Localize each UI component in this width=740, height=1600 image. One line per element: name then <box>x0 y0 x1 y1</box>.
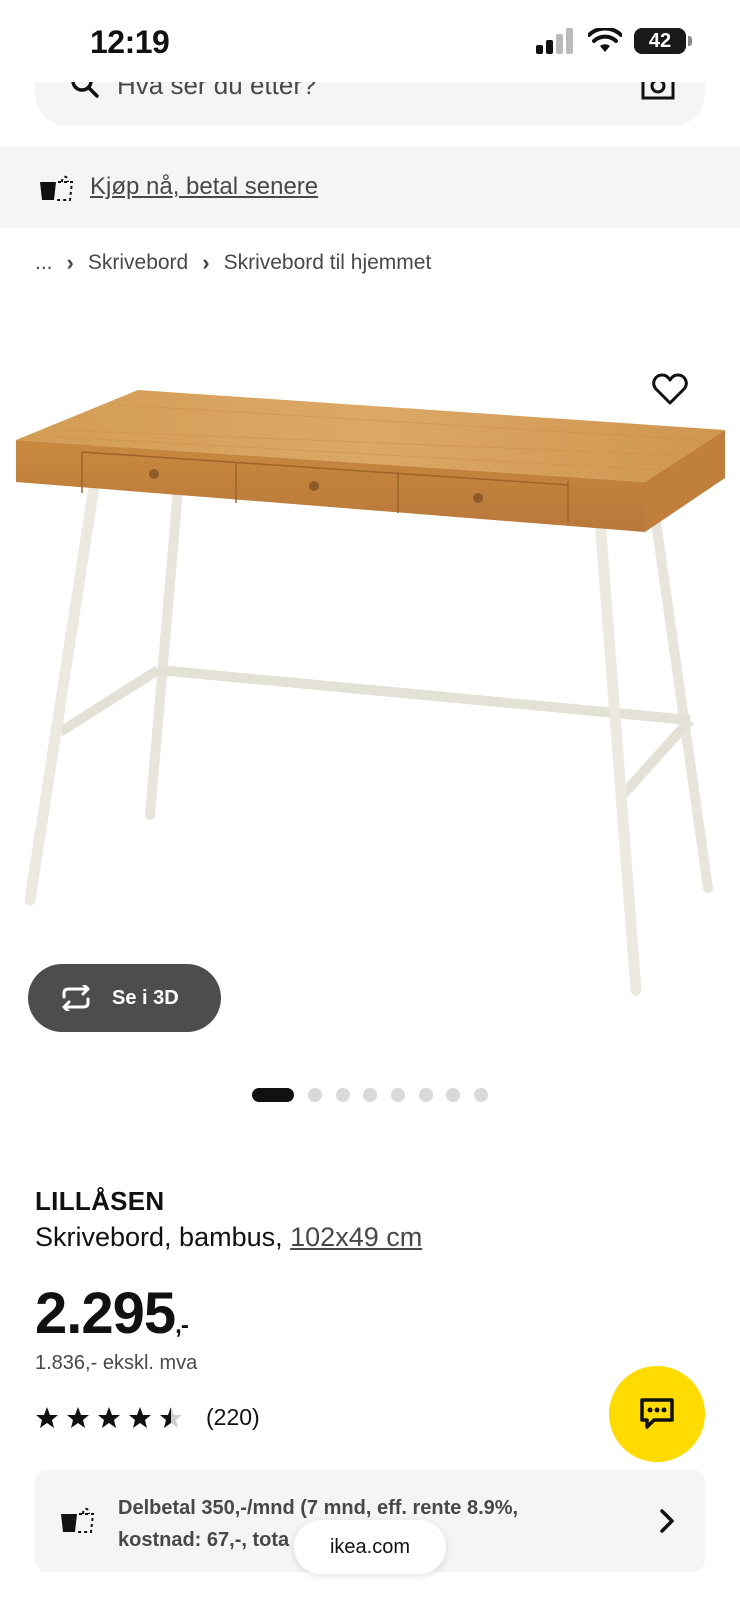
breadcrumb-item-home-desks[interactable]: Skrivebord til hjemmet <box>224 251 432 275</box>
buy-now-pay-later-banner[interactable]: Kjøp nå, betal senere <box>0 146 740 228</box>
price-main: 2.295 <box>35 1281 176 1346</box>
star-icon <box>160 1406 182 1428</box>
wifi-icon <box>588 28 622 52</box>
see-in-3d-button[interactable]: Se i 3D <box>28 964 221 1032</box>
battery-icon: 42 <box>634 28 692 54</box>
chat-icon <box>640 1398 674 1429</box>
product-name: LILLÅSEN <box>35 1186 165 1216</box>
chevron-right-icon: › <box>202 250 210 275</box>
star-icon <box>129 1406 151 1428</box>
breadcrumb-item-desks[interactable]: Skrivebord <box>88 251 188 275</box>
product-dimensions-link[interactable]: 102x49 cm <box>290 1222 422 1252</box>
status-bar: 12:19 42 <box>0 0 740 82</box>
image-carousel-indicator <box>252 1088 502 1102</box>
rating-stars <box>35 1406 190 1430</box>
rotate-3d-icon <box>62 985 90 1011</box>
star-icon <box>98 1406 120 1428</box>
breadcrumb-ellipsis[interactable]: ... <box>35 251 53 275</box>
star-icon <box>67 1406 89 1428</box>
browser-url-pill[interactable]: ikea.com <box>294 1520 446 1574</box>
carousel-dot[interactable] <box>474 1088 489 1102</box>
banner-link[interactable]: Kjøp nå, betal senere <box>90 173 318 201</box>
status-time: 12:19 <box>90 24 170 60</box>
shopping-bag-icon <box>61 1507 95 1533</box>
carousel-dot[interactable] <box>446 1088 461 1102</box>
product-image[interactable] <box>0 330 740 1070</box>
carousel-dot[interactable] <box>363 1088 378 1102</box>
status-icons: 42 <box>536 28 692 54</box>
carousel-dot[interactable] <box>335 1088 350 1102</box>
chat-button[interactable] <box>609 1366 705 1462</box>
product-type: Skrivebord, bambus, <box>35 1222 283 1252</box>
chevron-right-icon: › <box>66 250 74 275</box>
carousel-dot[interactable] <box>252 1088 294 1102</box>
signal-icon <box>536 28 573 54</box>
heart-icon[interactable] <box>652 372 688 406</box>
carousel-dot[interactable] <box>418 1088 433 1102</box>
product-price: 2.295,- <box>35 1280 189 1347</box>
chevron-right-icon <box>660 1509 674 1533</box>
shopping-bag-icon <box>40 175 74 201</box>
browser-url: ikea.com <box>329 1535 411 1558</box>
price-suffix: ,- <box>175 1312 189 1339</box>
carousel-dot[interactable] <box>391 1088 406 1102</box>
product-description: Skrivebord, bambus, 102x49 cm <box>35 1222 422 1253</box>
review-count[interactable]: (220) <box>206 1404 260 1431</box>
carousel-dot[interactable] <box>308 1088 322 1102</box>
price-excl-vat: 1.836,- ekskl. mva <box>35 1352 198 1374</box>
product-rating[interactable]: (220) <box>35 1404 260 1431</box>
star-icon <box>36 1406 58 1428</box>
breadcrumb: ... › Skrivebord › Skrivebord til hjemme… <box>35 250 431 276</box>
see-in-3d-label: Se i 3D <box>112 986 179 1009</box>
